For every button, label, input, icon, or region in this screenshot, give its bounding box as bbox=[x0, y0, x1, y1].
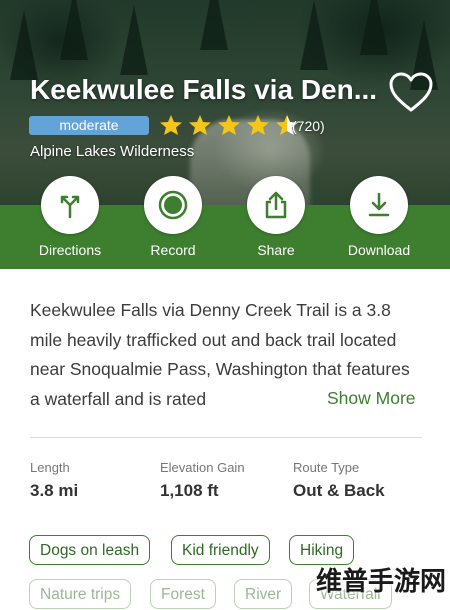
star-full-icon bbox=[247, 115, 269, 135]
share-button[interactable]: Share bbox=[231, 176, 321, 258]
record-button[interactable]: Record bbox=[128, 176, 218, 258]
stat-route-type: Route Type Out & Back bbox=[293, 460, 385, 501]
download-label: Download bbox=[347, 242, 411, 258]
stat-length: Length 3.8 mi bbox=[30, 460, 78, 501]
stat-label: Route Type bbox=[293, 460, 360, 475]
record-icon bbox=[158, 190, 188, 220]
share-label: Share bbox=[257, 242, 295, 258]
park-area-link[interactable]: Alpine Lakes Wilderness bbox=[30, 143, 194, 160]
difficulty-badge: moderate bbox=[29, 116, 149, 135]
divider bbox=[30, 437, 422, 438]
download-icon bbox=[368, 192, 390, 217]
tag-chip[interactable]: Forest bbox=[150, 579, 216, 609]
show-more-link[interactable]: Show More bbox=[325, 388, 416, 409]
stat-value: 1,108 ft bbox=[160, 481, 219, 500]
stat-value: 3.8 mi bbox=[30, 481, 79, 500]
stat-elevation-gain: Elevation Gain 1,108 ft bbox=[160, 460, 245, 501]
share-icon bbox=[265, 191, 287, 219]
tag-chip[interactable]: Dogs on leash bbox=[29, 535, 151, 565]
tag-chip[interactable]: Nature trips bbox=[29, 579, 132, 609]
watermark-logo: 维普手游网 bbox=[315, 566, 446, 596]
tag-chip[interactable]: Kid friendly bbox=[171, 535, 270, 565]
trail-title: Keekwulee Falls via Den... bbox=[30, 74, 378, 105]
star-full-icon bbox=[218, 115, 240, 135]
directions-label: Directions bbox=[38, 242, 102, 258]
star-full-icon bbox=[160, 115, 182, 135]
star-full-icon bbox=[189, 115, 211, 135]
rating-stars bbox=[158, 114, 300, 136]
rating-count[interactable]: (720) bbox=[292, 118, 325, 134]
favorite-heart-icon[interactable] bbox=[388, 70, 434, 116]
directions-icon bbox=[60, 195, 80, 219]
directions-button[interactable]: Directions bbox=[25, 176, 115, 258]
stat-label: Elevation Gain bbox=[160, 460, 245, 475]
stat-label: Length bbox=[30, 460, 70, 475]
tag-chip[interactable]: River bbox=[234, 579, 293, 609]
download-button[interactable]: Download bbox=[334, 176, 424, 258]
record-label: Record bbox=[150, 242, 196, 258]
stat-value: Out & Back bbox=[293, 481, 385, 500]
